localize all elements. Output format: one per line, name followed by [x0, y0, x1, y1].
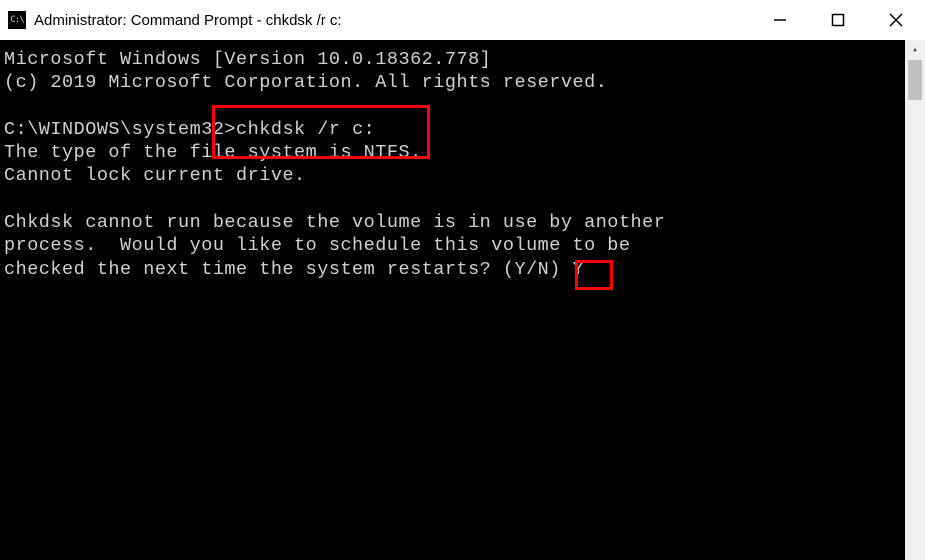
- minimize-button[interactable]: [751, 0, 809, 40]
- window-controls: [751, 0, 925, 40]
- os-version-line: Microsoft Windows [Version 10.0.18362.77…: [4, 49, 491, 70]
- maximize-button[interactable]: [809, 0, 867, 40]
- close-icon: [889, 13, 903, 27]
- terminal-output[interactable]: Microsoft Windows [Version 10.0.18362.77…: [0, 40, 925, 289]
- lock-error-line: Cannot lock current drive.: [4, 165, 306, 186]
- chkdsk-msg-line1: Chkdsk cannot run because the volume is …: [4, 212, 665, 233]
- cmd-icon: C:\: [8, 11, 26, 29]
- user-input-y: Y: [573, 259, 585, 280]
- scroll-thumb[interactable]: [908, 60, 922, 100]
- minimize-icon: [773, 13, 787, 27]
- fs-type-line: The type of the file system is NTFS.: [4, 142, 422, 163]
- copyright-line: (c) 2019 Microsoft Corporation. All righ…: [4, 72, 607, 93]
- close-button[interactable]: [867, 0, 925, 40]
- prompt-path: C:\WINDOWS\system32>: [4, 119, 236, 140]
- maximize-icon: [831, 13, 845, 27]
- scroll-up-arrow[interactable]: ▴: [905, 40, 925, 60]
- chkdsk-msg-line2: process. Would you like to schedule this…: [4, 235, 631, 256]
- prompt-command: chkdsk /r c:: [236, 119, 375, 140]
- chkdsk-prompt: checked the next time the system restart…: [4, 259, 573, 280]
- scrollbar[interactable]: ▴: [905, 40, 925, 560]
- window-title: Administrator: Command Prompt - chkdsk /…: [34, 12, 751, 29]
- titlebar: C:\ Administrator: Command Prompt - chkd…: [0, 0, 925, 40]
